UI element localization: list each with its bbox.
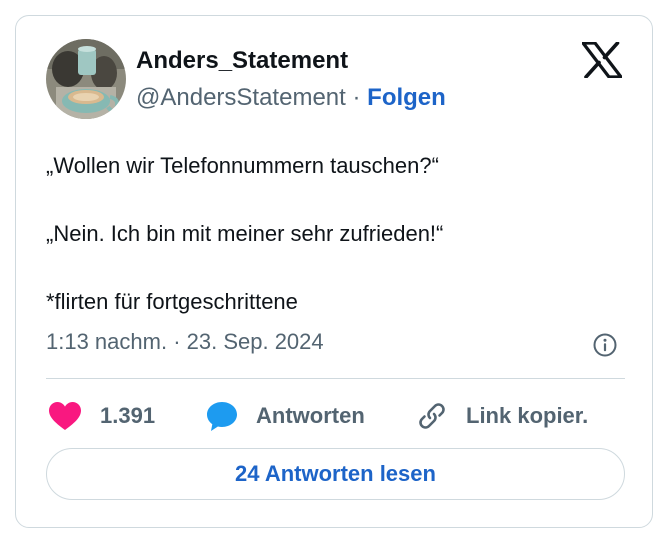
tweet-text: „Wollen wir Telefonnummern tauschen?“ „N… xyxy=(46,149,626,319)
tweet-paragraph: „Nein. Ich bin mit meiner sehr zufrieden… xyxy=(46,221,444,246)
like-button[interactable]: 1.391 xyxy=(48,396,155,436)
tweet-timestamp[interactable]: 1:13 nachm. · 23. Sep. 2024 xyxy=(46,329,324,355)
author-handle-line: @AndersStatement · Folgen xyxy=(136,84,446,112)
link-icon xyxy=(416,400,448,432)
copy-link-button[interactable]: Link kopier. xyxy=(416,396,588,436)
author-name[interactable]: Anders_Statement xyxy=(136,47,348,75)
avatar[interactable] xyxy=(46,39,126,119)
reply-button[interactable]: Antworten xyxy=(206,396,365,436)
author-handle[interactable]: @AndersStatement xyxy=(136,84,346,111)
divider xyxy=(46,378,625,379)
read-replies-button[interactable]: 24 Antworten lesen xyxy=(46,448,625,500)
tweet-paragraph: „Wollen wir Telefonnummern tauschen?“ xyxy=(46,153,439,178)
tweet-paragraph: *flirten für fortgeschrittene xyxy=(46,289,298,314)
tweet-embed-card: Anders_Statement @AndersStatement · Folg… xyxy=(15,15,653,528)
handle-separator: · xyxy=(352,84,361,111)
avatar-photo xyxy=(46,39,126,119)
x-logo-icon[interactable] xyxy=(581,41,623,79)
reply-label: Antworten xyxy=(256,403,365,428)
like-count: 1.391 xyxy=(100,403,156,428)
copy-link-label: Link kopier. xyxy=(466,403,589,428)
info-icon[interactable] xyxy=(592,332,618,358)
follow-button[interactable]: Folgen xyxy=(367,84,446,111)
heart-icon xyxy=(48,401,82,431)
speech-bubble-icon xyxy=(206,400,238,432)
